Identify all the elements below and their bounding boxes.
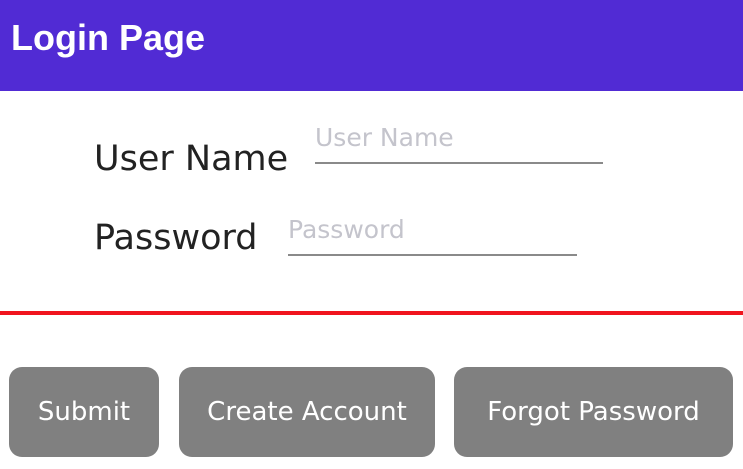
forgot-password-button[interactable]: Forgot Password [454, 367, 733, 457]
username-label: User Name [94, 139, 289, 179]
submit-button[interactable]: Submit [9, 367, 159, 457]
username-input[interactable] [315, 120, 603, 164]
page-title: Login Page [11, 17, 206, 58]
password-label: Password [94, 218, 258, 258]
password-input[interactable] [288, 212, 577, 256]
divider-line [0, 311, 743, 315]
app-header: Login Page [0, 0, 743, 91]
create-account-button[interactable]: Create Account [179, 367, 435, 457]
